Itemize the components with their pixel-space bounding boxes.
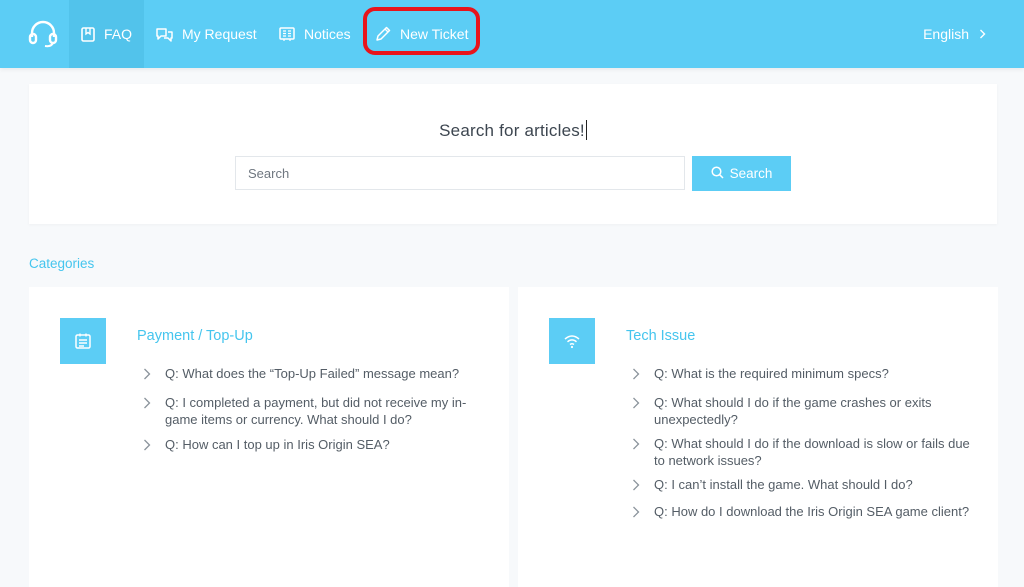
chevron-right-icon <box>141 396 153 409</box>
language-selector[interactable]: English <box>923 0 986 68</box>
question-item[interactable]: Q: What is the required minimum specs? <box>630 365 970 382</box>
category-title[interactable]: Payment / Top-Up <box>137 328 253 344</box>
question-text: Q: How do I download the Iris Origin SEA… <box>654 504 970 519</box>
chevron-right-icon <box>141 367 153 380</box>
question-text: Q: I can’t install the game. What should… <box>654 477 913 492</box>
question-text: Q: What does the “Top-Up Failed” message… <box>165 366 460 381</box>
nav-notices-label: Notices <box>304 26 351 42</box>
search-input[interactable] <box>235 156 685 190</box>
chevron-right-icon <box>979 26 986 42</box>
chevron-right-icon <box>630 437 642 450</box>
search-card: Search for articles! Search <box>29 84 997 224</box>
question-list: Q: What is the required minimum specs? Q… <box>630 365 970 520</box>
nav-faq[interactable]: FAQ <box>69 0 144 68</box>
question-item[interactable]: Q: How can I top up in Iris Origin SEA? <box>141 436 481 453</box>
chat-bubbles-icon <box>156 27 173 42</box>
book-icon <box>81 26 95 42</box>
category-title[interactable]: Tech Issue <box>626 328 695 344</box>
question-list: Q: What does the “Top-Up Failed” message… <box>141 365 481 453</box>
question-text: Q: What is the required minimum specs? <box>654 366 889 381</box>
wifi-icon <box>549 318 595 364</box>
language-label: English <box>923 26 969 42</box>
nav-new-ticket[interactable]: New Ticket <box>375 0 468 68</box>
question-item[interactable]: Q: What should I do if the download is s… <box>630 435 970 469</box>
category-card-payment: Payment / Top-Up Q: What does the “Top-U… <box>29 287 509 587</box>
nav-my-request-label: My Request <box>182 26 257 42</box>
question-text: Q: I completed a payment, but did not re… <box>165 395 467 427</box>
question-text: Q: What should I do if the game crashes … <box>654 395 932 427</box>
pencil-icon <box>375 26 391 42</box>
question-item[interactable]: Q: I can’t install the game. What should… <box>630 476 970 493</box>
question-item[interactable]: Q: How do I download the Iris Origin SEA… <box>630 503 970 520</box>
chevron-right-icon <box>141 438 153 451</box>
search-button-label: Search <box>729 166 773 181</box>
question-item[interactable]: Q: What should I do if the game crashes … <box>630 394 970 428</box>
search-icon <box>711 165 724 182</box>
calendar-icon <box>60 318 106 364</box>
category-card-tech-issue: Tech Issue Q: What is the required minim… <box>518 287 998 587</box>
chevron-right-icon <box>630 505 642 518</box>
search-button[interactable]: Search <box>692 156 791 191</box>
categories-heading: Categories <box>29 256 95 271</box>
question-text: Q: How can I top up in Iris Origin SEA? <box>165 437 390 452</box>
chevron-right-icon <box>630 396 642 409</box>
question-item[interactable]: Q: I completed a payment, but did not re… <box>141 394 481 428</box>
headset-logo-icon[interactable] <box>18 10 68 58</box>
nav-new-ticket-label: New Ticket <box>400 26 469 42</box>
chevron-right-icon <box>630 478 642 491</box>
question-item[interactable]: Q: What does the “Top-Up Failed” message… <box>141 365 481 382</box>
search-title-text: Search for articles! <box>439 121 585 140</box>
nav-my-request[interactable]: My Request <box>156 0 257 68</box>
nav-notices[interactable]: Notices <box>279 0 351 68</box>
nav-faq-label: FAQ <box>103 26 132 42</box>
notice-board-icon <box>279 26 295 42</box>
chevron-right-icon <box>630 367 642 380</box>
search-title: Search for articles! <box>29 120 997 141</box>
question-text: Q: What should I do if the download is s… <box>654 436 970 468</box>
top-nav-bar: FAQ My Request Notices New Ticket Englis… <box>0 0 1024 68</box>
text-cursor <box>585 120 587 140</box>
